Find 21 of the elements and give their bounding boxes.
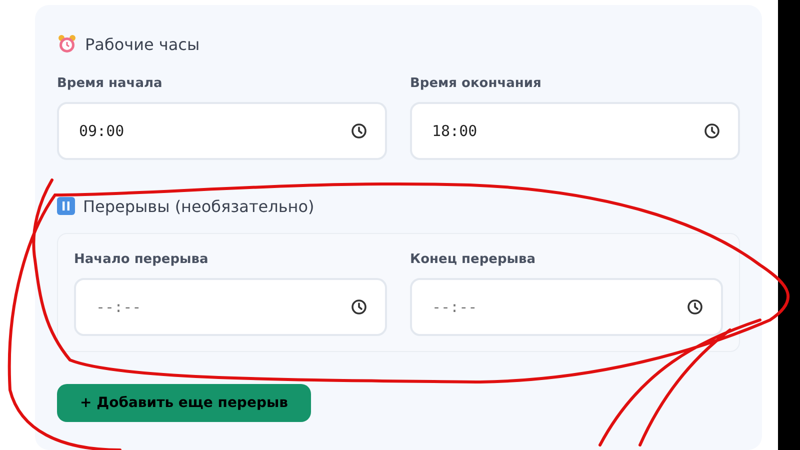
clock-icon[interactable] [704, 123, 720, 139]
field-label: Конец перерыва [410, 252, 536, 267]
section-title: Рабочие часы [85, 34, 200, 54]
time-field[interactable]: 18:00 [410, 102, 740, 160]
time-field[interactable]: --:-- [74, 278, 387, 336]
time-input[interactable]: 18:00 [430, 121, 704, 141]
time-input[interactable]: --:-- [94, 297, 351, 317]
time-field[interactable]: 09:00 [57, 102, 387, 160]
alarm-clock-icon [57, 34, 77, 54]
add-break-button[interactable]: + Добавить еще перерыв [57, 384, 311, 422]
field-label: Время начала [57, 76, 164, 91]
time-field[interactable]: --:-- [410, 278, 723, 336]
field-label: Время окончания [410, 76, 542, 91]
time-input[interactable]: 09:00 [77, 121, 351, 141]
field-label: Начало перерыва [74, 252, 210, 267]
clock-icon[interactable] [351, 299, 367, 315]
clock-icon[interactable] [687, 299, 703, 315]
pause-icon [57, 197, 75, 215]
clock-icon[interactable] [351, 123, 367, 139]
time-input[interactable]: --:-- [430, 297, 687, 317]
section-title: Перерывы (необязательно) [83, 196, 314, 216]
